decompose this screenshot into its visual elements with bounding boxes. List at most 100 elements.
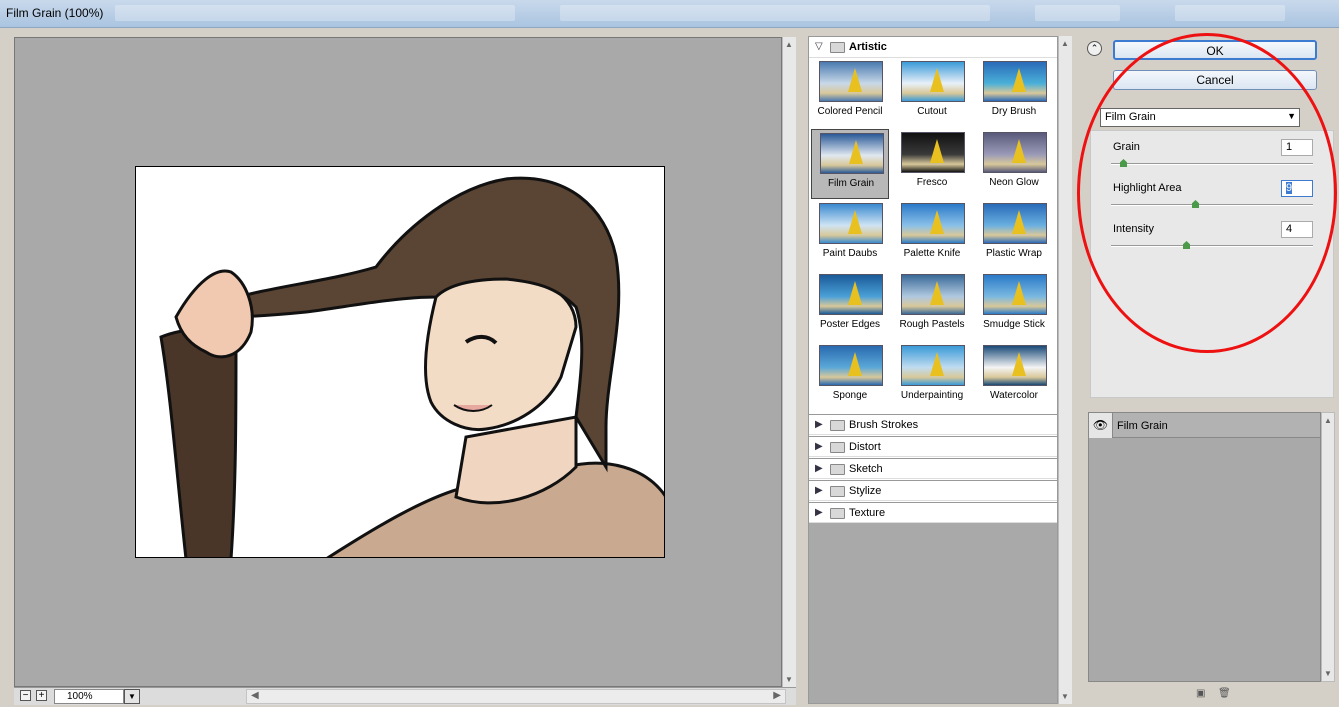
param-value-field[interactable]: 9	[1281, 180, 1313, 197]
sailboat-icon	[1012, 68, 1026, 92]
collapse-gallery-button[interactable]: ⌃	[1087, 41, 1102, 56]
filter-thumb-film-grain[interactable]: Film Grain	[811, 129, 889, 199]
scroll-up-icon[interactable]: ▲	[1061, 39, 1069, 48]
new-effect-layer-icon[interactable]: ▣	[1196, 688, 1208, 700]
filter-thumb-rough-pastels[interactable]: Rough Pastels	[893, 271, 971, 341]
effect-layer-row[interactable]: 👁 Film Grain	[1089, 413, 1320, 438]
filter-thumb-palette-knife[interactable]: Palette Knife	[893, 200, 971, 270]
collapsed-triangle-icon: ▶	[815, 419, 823, 430]
param-value-field[interactable]: 4	[1281, 221, 1313, 238]
filter-preview-image	[901, 274, 965, 315]
filter-thumb-cutout[interactable]: Cutout	[893, 58, 971, 128]
zoom-in-button[interactable]: +	[36, 690, 47, 701]
sailboat-icon	[849, 140, 863, 164]
param-value-text: 1	[1286, 141, 1293, 153]
filter-gallery: ▽ Artistic Colored Pencil Cutout Dry Brush…	[808, 36, 1058, 704]
param-slider-thumb[interactable]	[1120, 159, 1127, 167]
filter-thumb-label: Underpainting	[900, 390, 964, 401]
filter-thumb-label: Paint Daubs	[822, 248, 878, 259]
preview-vertical-scrollbar[interactable]: ▲ ▼	[782, 37, 796, 687]
filter-preview-image	[901, 132, 965, 173]
preview-bottom-bar: − + 100% ▼ ◀ ▶	[14, 687, 796, 705]
collapsed-triangle-icon: ▶	[815, 507, 823, 518]
scroll-left-icon[interactable]: ◀	[251, 690, 259, 701]
sailboat-icon	[848, 352, 862, 376]
filter-thumb-label: Fresco	[916, 177, 948, 188]
category-brush-strokes[interactable]: ▶ Brush Strokes	[809, 414, 1057, 435]
category-texture[interactable]: ▶ Texture	[809, 502, 1057, 523]
filter-thumb-dry-brush[interactable]: Dry Brush	[975, 58, 1053, 128]
zoom-dropdown-button[interactable]: ▼	[124, 689, 140, 704]
category-label: Artistic	[849, 41, 887, 53]
param-slider-track[interactable]	[1111, 204, 1313, 206]
filter-thumb-colored-pencil[interactable]: Colored Pencil	[811, 58, 889, 128]
filter-parameters: Grain 1 Highlight Area 9 Intensity 4	[1090, 130, 1334, 398]
category-artistic[interactable]: ▽ Artistic	[809, 37, 1057, 58]
ok-button[interactable]: OK	[1113, 40, 1317, 60]
param-slider-track[interactable]	[1111, 163, 1313, 165]
background-search	[1175, 5, 1285, 21]
filter-preview-image	[819, 203, 883, 244]
scroll-down-icon[interactable]: ▼	[1061, 692, 1069, 701]
filter-select-value: Film Grain	[1105, 111, 1156, 123]
filter-thumb-label: Colored Pencil	[817, 106, 883, 117]
filter-thumb-label: Watercolor	[990, 390, 1038, 401]
scroll-down-icon[interactable]: ▼	[1324, 669, 1332, 678]
scroll-up-icon[interactable]: ▲	[785, 40, 793, 49]
filter-thumb-neon-glow[interactable]: Neon Glow	[975, 129, 1053, 199]
preview-image	[135, 166, 665, 558]
sailboat-icon	[1012, 210, 1026, 234]
layers-scrollbar[interactable]: ▲ ▼	[1321, 412, 1335, 682]
visibility-eye-icon[interactable]: 👁	[1089, 413, 1113, 438]
category-distort[interactable]: ▶ Distort	[809, 436, 1057, 457]
filter-thumb-poster-edges[interactable]: Poster Edges	[811, 271, 889, 341]
filter-thumb-label: Smudge Stick	[983, 319, 1045, 330]
filter-preview-image	[901, 203, 965, 244]
param-slider-track[interactable]	[1111, 245, 1313, 247]
gallery-scrollbar[interactable]: ▲ ▼	[1058, 36, 1072, 704]
scroll-right-icon[interactable]: ▶	[773, 690, 781, 701]
background-toolbar	[560, 5, 990, 21]
sailboat-icon	[848, 68, 862, 92]
expanded-triangle-icon: ▽	[815, 41, 823, 52]
zoom-out-button[interactable]: −	[20, 690, 31, 701]
folder-icon	[830, 486, 845, 497]
cancel-button[interactable]: Cancel	[1113, 70, 1317, 90]
sailboat-icon	[1012, 139, 1026, 163]
zoom-level-field[interactable]: 100%	[54, 689, 124, 704]
filter-select[interactable]: Film Grain ▼	[1100, 108, 1300, 127]
window-title: Film Grain (100%)	[6, 6, 104, 20]
background-workspace-button	[1035, 5, 1120, 21]
category-label: Sketch	[849, 463, 883, 475]
filter-thumb-fresco[interactable]: Fresco	[893, 129, 971, 199]
param-value-field[interactable]: 1	[1281, 139, 1313, 156]
filter-thumb-plastic-wrap[interactable]: Plastic Wrap	[975, 200, 1053, 270]
filter-thumb-watercolor[interactable]: Watercolor	[975, 342, 1053, 412]
filter-preview-image	[983, 274, 1047, 315]
sailboat-icon	[930, 139, 944, 163]
preview-horizontal-scrollbar[interactable]: ◀ ▶	[246, 689, 786, 704]
param-slider-thumb[interactable]	[1183, 241, 1190, 249]
folder-icon	[830, 420, 845, 431]
background-menu-bar	[115, 5, 515, 21]
collapsed-triangle-icon: ▶	[815, 441, 823, 452]
category-stylize[interactable]: ▶ Stylize	[809, 480, 1057, 501]
filter-thumb-sponge[interactable]: Sponge	[811, 342, 889, 412]
category-sketch[interactable]: ▶ Sketch	[809, 458, 1057, 479]
delete-effect-layer-icon[interactable]: 🗑	[1218, 688, 1231, 700]
sailboat-icon	[930, 281, 944, 305]
scroll-up-icon[interactable]: ▲	[1324, 416, 1332, 425]
filter-preview-image	[819, 345, 883, 386]
param-slider-thumb[interactable]	[1192, 200, 1199, 208]
filter-thumb-underpainting[interactable]: Underpainting	[893, 342, 971, 412]
filter-preview-image	[983, 61, 1047, 102]
filter-thumb-paint-daubs[interactable]: Paint Daubs	[811, 200, 889, 270]
filter-thumb-label: Palette Knife	[903, 248, 961, 259]
scroll-down-icon[interactable]: ▼	[785, 675, 793, 684]
param-label-intensity: Intensity	[1113, 223, 1154, 235]
filter-thumb-smudge-stick[interactable]: Smudge Stick	[975, 271, 1053, 341]
preview-canvas[interactable]	[14, 37, 782, 687]
filter-preview-image	[983, 345, 1047, 386]
filter-preview-image	[819, 61, 883, 102]
collapsed-triangle-icon: ▶	[815, 463, 823, 474]
